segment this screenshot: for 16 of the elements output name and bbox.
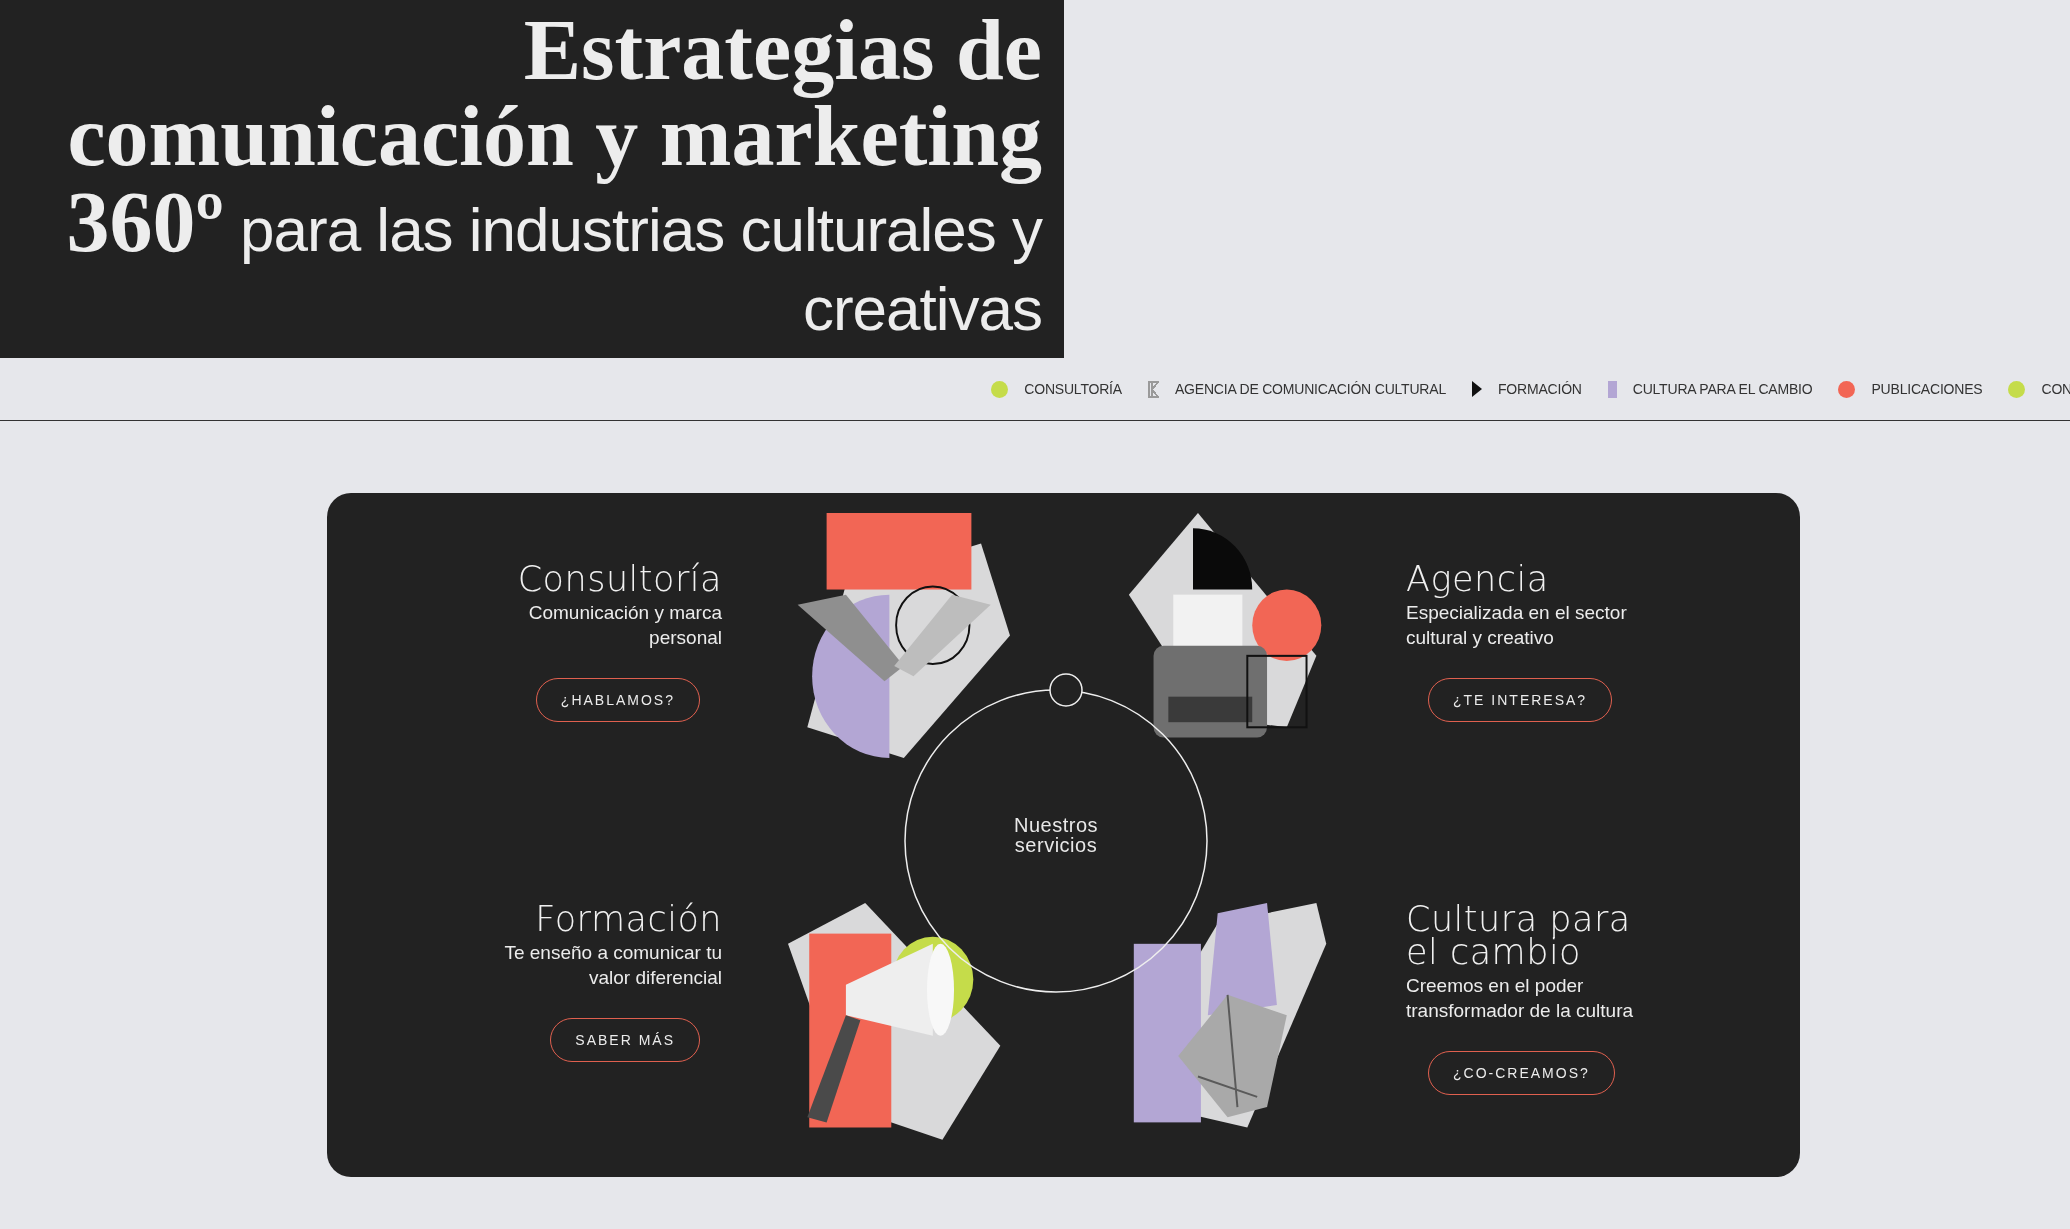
headline: Estrategias de comunicación y marketing 360º para las industrias culturales y creativas [65, 10, 1042, 345]
ticker-label[interactable]: FORMACIÓN [1498, 381, 1582, 397]
ticker-label[interactable]: AGENCIA DE COMUNICACIÓN CULTURAL [1174, 381, 1446, 397]
service-description: Especializada en el sector cultural y creativo [1406, 601, 1628, 650]
services-label: Nuestros servicios [1013, 815, 1099, 855]
service-title: Agencia [1406, 563, 1549, 596]
service-title: Consultoría [517, 563, 722, 596]
ticker-label[interactable]: PUBLICACIONES [1871, 381, 1983, 397]
service-description: Creemos en el poder transformador de la cultura [1406, 974, 1635, 1023]
service-title: Cultura para el cambio [1406, 903, 1632, 969]
service-description: Comunicación y marca personal [527, 601, 722, 650]
service-title: Formación [535, 903, 722, 936]
ticker-label[interactable]: CON [2041, 381, 2070, 397]
ticker-label[interactable]: CULTURA PARA EL CAMBIO [1632, 381, 1813, 397]
ticker-label[interactable]: CONSULTORÍA [1024, 381, 1122, 397]
service-description: Te enseño a comunicar tu valor diferencial [503, 941, 722, 990]
